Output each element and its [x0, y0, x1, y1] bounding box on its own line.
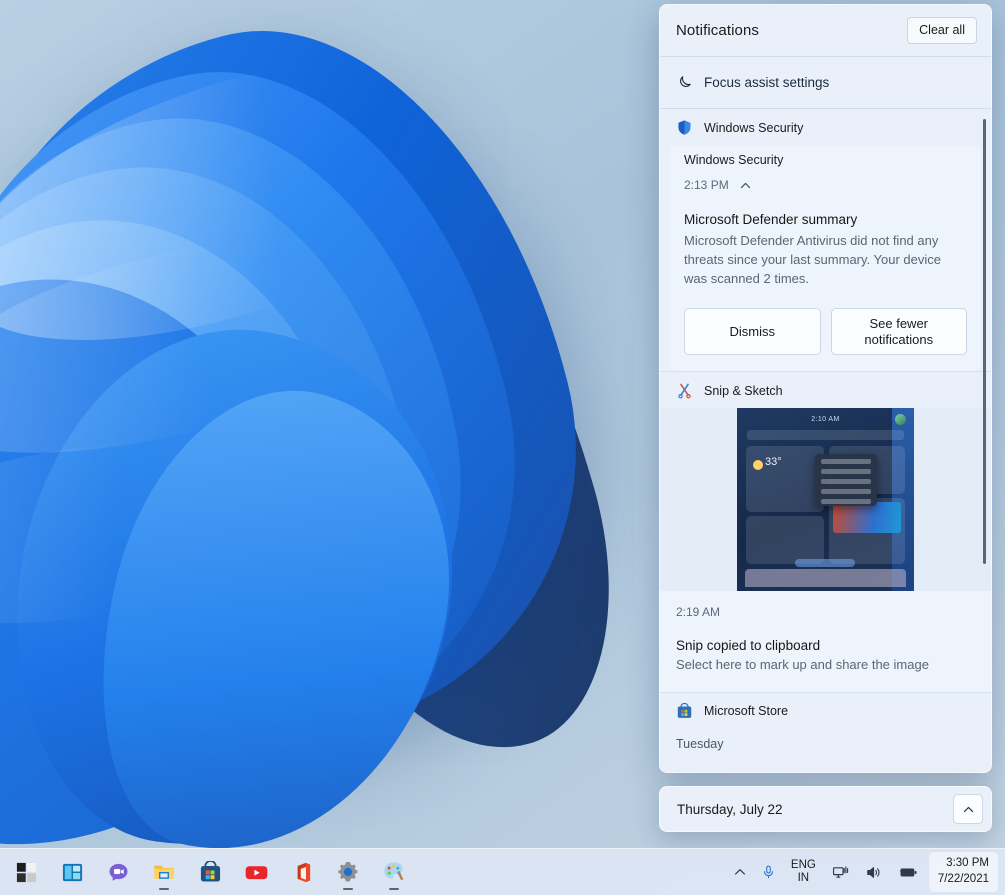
- system-tray: ENG IN: [726, 849, 1005, 895]
- snip-thumbnail-wrapper: 2:10 AM 33°: [660, 408, 991, 591]
- notification-snip-sketch[interactable]: 2:10 AM 33°: [660, 408, 991, 691]
- running-indicator: [343, 888, 353, 891]
- app-header-microsoft-store[interactable]: Microsoft Store: [660, 693, 991, 729]
- notification-timestamp: 2:19 AM: [660, 591, 991, 619]
- widgets-button[interactable]: [52, 852, 92, 892]
- notification-timestamp: 2:13 PM: [684, 178, 729, 192]
- youtube-button[interactable]: [236, 852, 276, 892]
- clock-date: 7/22/2021: [938, 872, 989, 888]
- thumbnail-search-box: [747, 430, 904, 440]
- file-explorer-button[interactable]: [144, 852, 184, 892]
- microphone-button[interactable]: [754, 853, 783, 891]
- microphone-icon: [761, 863, 776, 881]
- snip-thumbnail-image[interactable]: 2:10 AM 33°: [737, 408, 914, 591]
- running-indicator: [389, 888, 399, 891]
- app-header-windows-security[interactable]: Windows Security: [660, 109, 991, 145]
- chat-icon: [107, 861, 130, 884]
- thumbnail-footer-card: [745, 569, 906, 587]
- chevron-up-icon: [962, 803, 975, 816]
- shield-icon: [676, 119, 693, 136]
- network-button[interactable]: [824, 853, 857, 891]
- current-date-label: Thursday, July 22: [677, 802, 783, 817]
- vertical-scrollbar[interactable]: [983, 119, 986, 564]
- notification-title: Snip copied to clipboard: [660, 619, 991, 653]
- network-icon: [831, 864, 850, 881]
- notifications-scroll-area: Windows Security Windows Security 2:13 P…: [660, 109, 991, 772]
- microsoft-store-icon: [199, 861, 222, 884]
- chevron-up-icon[interactable]: [739, 179, 752, 192]
- widgets-icon: [61, 861, 84, 884]
- expand-calendar-button[interactable]: [953, 794, 983, 824]
- gear-icon: [336, 860, 360, 884]
- thumbnail-context-menu: [815, 454, 877, 506]
- notification-source: Windows Security: [684, 147, 967, 167]
- app-name-label: Windows Security: [704, 121, 803, 135]
- battery-button[interactable]: [890, 853, 925, 891]
- battery-charging-icon: [897, 865, 918, 880]
- thumbnail-clock: 2:10 AM: [737, 416, 914, 423]
- notification-partial-text: Tuesday: [660, 729, 991, 751]
- running-indicator: [159, 888, 169, 891]
- thumbnail-tile: [746, 516, 824, 564]
- start-button[interactable]: [6, 852, 46, 892]
- notification-body: Windows Security 2:13 PM Microsoft Defen…: [670, 147, 981, 288]
- thumbnail-temperature: 33°: [765, 456, 782, 468]
- office-button[interactable]: [282, 852, 322, 892]
- paint-palette-icon: [382, 860, 406, 884]
- chevron-up-icon: [733, 865, 747, 879]
- microsoft-store-button[interactable]: [190, 852, 230, 892]
- thumbnail-game-art: [833, 502, 901, 533]
- wallpaper-bloom: [0, 30, 700, 860]
- notification-center-panel: Notifications Clear all Focus assist set…: [659, 4, 992, 773]
- notification-title: Microsoft Defender summary: [684, 196, 967, 229]
- show-hidden-icons-button[interactable]: [726, 853, 754, 891]
- speaker-icon: [864, 864, 883, 881]
- notification-time-row: 2:13 PM: [684, 167, 967, 196]
- clock-button[interactable]: 3:30 PM 7/22/2021: [929, 852, 998, 892]
- notification-message: Microsoft Defender Antivirus did not fin…: [684, 229, 967, 289]
- focus-assist-settings-row[interactable]: Focus assist settings: [660, 57, 991, 109]
- see-fewer-notifications-button[interactable]: See fewer notifications: [831, 308, 968, 355]
- clock-time: 3:30 PM: [946, 856, 989, 872]
- chat-button[interactable]: [98, 852, 138, 892]
- youtube-icon: [244, 860, 269, 885]
- snip-sketch-icon: [676, 382, 693, 399]
- settings-button[interactable]: [328, 852, 368, 892]
- desktop: Notifications Clear all Focus assist set…: [0, 0, 1005, 895]
- taskbar-app-list: [0, 852, 414, 892]
- app-name-label: Microsoft Store: [704, 704, 788, 718]
- volume-button[interactable]: [857, 853, 890, 891]
- dismiss-button[interactable]: Dismiss: [684, 308, 821, 355]
- notification-center-header: Notifications Clear all: [660, 5, 991, 57]
- windows-logo-icon: [15, 861, 38, 884]
- language-primary: ENG: [791, 859, 816, 872]
- focus-assist-label: Focus assist settings: [704, 75, 829, 90]
- thumbnail-button: [795, 559, 855, 567]
- taskbar: ENG IN: [0, 848, 1005, 895]
- app-name-label: Snip & Sketch: [704, 384, 783, 398]
- notification-message: Select here to mark up and share the ima…: [660, 653, 991, 691]
- moon-icon: [676, 74, 693, 91]
- date-bar[interactable]: Thursday, July 22: [659, 786, 992, 832]
- thumbnail-tile: [746, 446, 824, 512]
- notification-actions: Dismiss See fewer notifications: [670, 288, 981, 371]
- paint-button[interactable]: [374, 852, 414, 892]
- language-secondary: IN: [798, 872, 810, 885]
- panel-title: Notifications: [676, 22, 759, 39]
- microsoft-store-icon: [676, 703, 693, 720]
- clear-all-button[interactable]: Clear all: [907, 17, 977, 44]
- app-header-snip-sketch[interactable]: Snip & Sketch: [660, 372, 991, 408]
- folder-icon: [152, 860, 176, 884]
- language-indicator[interactable]: ENG IN: [783, 853, 824, 891]
- notification-windows-security[interactable]: Windows Security 2:13 PM Microsoft Defen…: [670, 145, 981, 371]
- office-icon: [291, 861, 314, 884]
